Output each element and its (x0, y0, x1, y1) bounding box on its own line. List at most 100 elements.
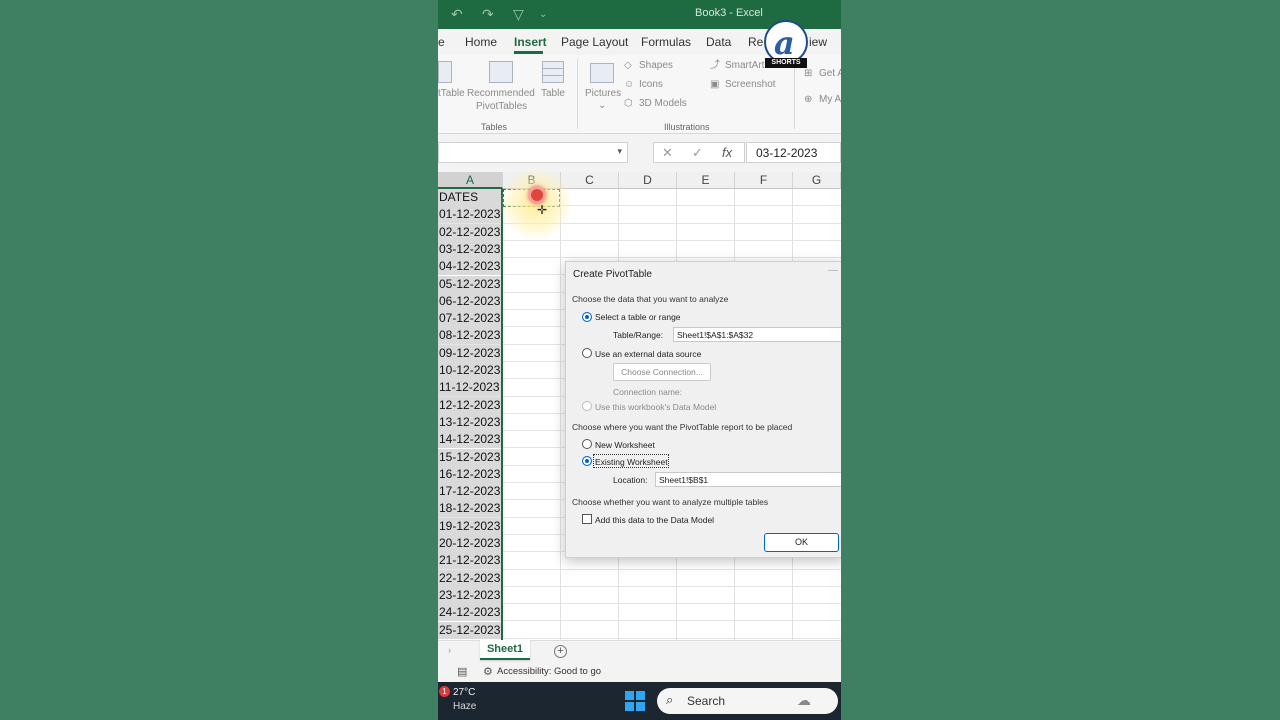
radio-data-model-label[interactable]: Use this workbook's Data Model (595, 402, 716, 412)
radio-existing-worksheet[interactable] (582, 456, 592, 466)
accessibility-icon[interactable]: ⚙ (483, 665, 493, 678)
shapes-button[interactable]: Shapes (639, 59, 673, 72)
smartart-button[interactable]: SmartArt (725, 59, 764, 72)
date-cell[interactable]: 23-12-2023 (438, 586, 502, 604)
add-data-model-label[interactable]: Add this data to the Data Model (595, 515, 714, 525)
weather-condition[interactable]: Haze (453, 701, 476, 712)
date-cell[interactable]: 11-12-2023 (438, 379, 502, 397)
date-cell[interactable]: 19-12-2023 (438, 517, 502, 535)
date-cell[interactable]: 25-12-2023 (438, 621, 502, 639)
3d-models-button[interactable]: 3D Models (639, 97, 687, 110)
date-cell[interactable]: 02-12-2023 (438, 223, 502, 241)
column-header-e[interactable]: E (677, 172, 735, 189)
windows-start-icon[interactable] (625, 691, 645, 711)
my-addins-button[interactable]: My A (819, 93, 841, 106)
my-addins-icon: ⊕ (804, 94, 813, 105)
pivottable-icon[interactable] (438, 61, 452, 83)
date-cell[interactable]: 21-12-2023 (438, 552, 502, 570)
choose-connection-button[interactable]: Choose Connection... (613, 363, 711, 381)
date-cell[interactable]: 12-12-2023 (438, 396, 502, 414)
search-highlight-icon: ☁ (797, 692, 811, 708)
screenshot-button[interactable]: Screenshot (725, 78, 776, 91)
date-cell[interactable]: 20-12-2023 (438, 535, 502, 552)
date-cell[interactable]: 17-12-2023 (438, 483, 502, 501)
dialog-close-icon[interactable]: — (828, 265, 838, 276)
table-range-input[interactable]: Sheet1!$A$1:$A$32 (673, 327, 841, 342)
formula-input[interactable]: 03-12-2023 (746, 142, 841, 163)
tab-data[interactable]: Data (706, 35, 731, 49)
customize-qat-icon[interactable]: ⌄ (539, 9, 547, 20)
radio-table-range[interactable] (582, 312, 592, 322)
date-cell[interactable]: 24-12-2023 (438, 604, 502, 622)
date-cell[interactable]: 16-12-2023 (438, 465, 502, 483)
recommended-pivottables-label-2[interactable]: PivotTables (476, 100, 527, 113)
date-cell[interactable]: 15-12-2023 (438, 448, 502, 466)
filter-icon[interactable]: ▽ (513, 6, 524, 23)
get-addins-button[interactable]: Get A (819, 67, 841, 80)
taskbar-search[interactable]: ⌕ Search ☁ (657, 688, 838, 714)
click-indicator (528, 186, 546, 204)
add-data-model-checkbox[interactable] (582, 514, 592, 524)
cancel-icon[interactable]: ✕ (662, 145, 673, 161)
tab-formulas[interactable]: Formulas (641, 35, 691, 49)
date-cell[interactable]: 22-12-2023 (438, 569, 502, 587)
date-cell[interactable]: 14-12-2023 (438, 431, 502, 449)
insert-function-icon[interactable]: fx (722, 145, 732, 160)
date-cell[interactable]: 18-12-2023 (438, 500, 502, 518)
date-cell[interactable]: 13-12-2023 (438, 413, 502, 431)
radio-table-range-label[interactable]: Select a table or range (595, 312, 681, 322)
name-box-dropdown-icon[interactable]: ▾ (617, 146, 622, 157)
date-cell[interactable]: 06-12-2023 (438, 292, 502, 310)
date-cell[interactable]: 03-12-2023 (438, 240, 502, 258)
tab-page-layout[interactable]: Page Layout (561, 35, 628, 49)
date-cell[interactable]: 04-12-2023 (438, 258, 502, 276)
date-cell[interactable]: 05-12-2023 (438, 275, 502, 293)
tables-group-label: Tables (481, 122, 508, 132)
add-sheet-button[interactable]: + (554, 645, 567, 658)
table-row: 03-12-2023 (438, 240, 841, 259)
scroll-tabs-icon[interactable]: › (448, 645, 451, 655)
weather-temperature[interactable]: 27°C (453, 687, 475, 698)
column-header-d[interactable]: D (619, 172, 677, 189)
date-cell[interactable]: 07-12-2023 (438, 310, 502, 328)
sheet-tab-sheet1[interactable]: Sheet1 (480, 640, 530, 660)
accessibility-status[interactable]: Accessibility: Good to go (497, 666, 601, 677)
pivottable-button[interactable]: tTable (438, 87, 465, 100)
column-header-f[interactable]: F (735, 172, 793, 189)
column-header-c[interactable]: C (561, 172, 619, 189)
recommended-pivottables-label-1[interactable]: Recommended (467, 87, 535, 100)
date-cell[interactable]: 10-12-2023 (438, 362, 502, 379)
icons-button[interactable]: Icons (639, 78, 663, 91)
radio-new-worksheet[interactable] (582, 439, 592, 449)
table-button[interactable]: Table (541, 87, 565, 100)
enter-icon[interactable]: ✓ (692, 145, 703, 161)
logo-letter: a (774, 24, 795, 62)
date-cell[interactable]: 01-12-2023 (438, 206, 502, 224)
redo-icon[interactable]: ↷ (482, 6, 494, 23)
table-row: 22-12-2023 (438, 569, 841, 587)
radio-data-model[interactable] (582, 401, 592, 411)
pictures-dropdown-icon[interactable]: ⌄ (598, 99, 606, 112)
table-icon[interactable] (542, 61, 564, 83)
date-cell[interactable]: 08-12-2023 (438, 327, 502, 345)
radio-external-source-label[interactable]: Use an external data source (595, 349, 701, 359)
pictures-icon[interactable] (590, 63, 614, 83)
ok-button[interactable]: OK (764, 533, 839, 552)
tab-file[interactable]: e (438, 35, 445, 49)
tab-home[interactable]: Home (465, 35, 497, 49)
screenshot-icon: ▣ (710, 79, 720, 90)
radio-existing-worksheet-label[interactable]: Existing Worksheet (595, 457, 668, 467)
tab-view[interactable]: iew (809, 35, 827, 49)
recommended-pivottables-icon[interactable] (489, 61, 513, 83)
dialog-title: Create PivotTable (573, 269, 652, 280)
name-box[interactable]: ▾ (438, 142, 628, 163)
date-cell[interactable]: 09-12-2023 (438, 344, 502, 362)
undo-icon[interactable]: ↶ (451, 6, 463, 23)
radio-new-worksheet-label[interactable]: New Worksheet (595, 440, 655, 450)
radio-external-source[interactable] (582, 348, 592, 358)
location-input[interactable]: Sheet1!$B$1 (655, 472, 841, 487)
tab-insert[interactable]: Insert (514, 35, 547, 49)
header-cell-a1[interactable]: DATES (438, 189, 502, 206)
column-header-a[interactable]: A (438, 172, 503, 189)
column-header-g[interactable]: G (793, 172, 841, 189)
